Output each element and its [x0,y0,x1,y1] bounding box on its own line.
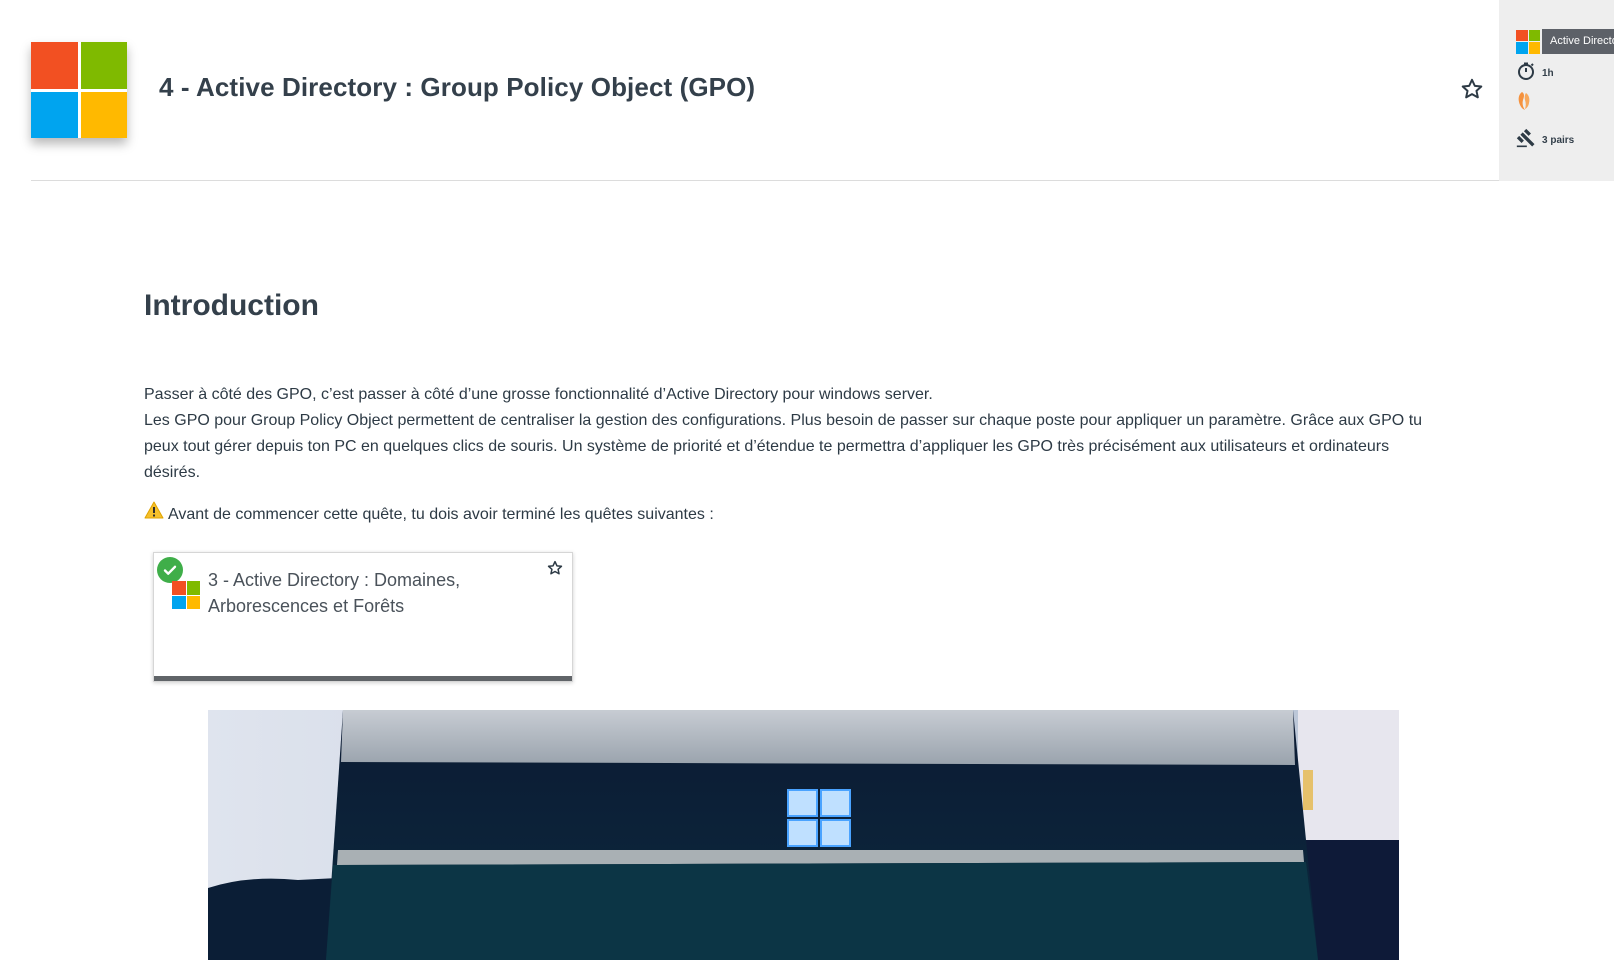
orange-badge-icon [1516,90,1534,117]
card-windows-logo-icon [172,581,200,609]
peers-row: 3 pairs [1516,128,1574,153]
category-logo-icon [1516,29,1540,54]
duration-row: 1h [1516,61,1554,86]
gavel-icon [1516,128,1536,153]
intro-paragraph-2: Les GPO pour Group Policy Object permett… [144,412,1423,481]
prerequisite-warning: Avant de commencer cette quête, tu dois … [144,501,714,528]
stopwatch-icon [1516,61,1536,86]
prerequisite-quest-card[interactable]: 3 - Active Directory : Domaines, Arbores… [153,552,573,682]
header-divider [31,180,1499,181]
card-title: 3 - Active Directory : Domaines, Arbores… [208,570,461,616]
card-progress-bar [154,676,572,681]
warning-text: Avant de commencer cette quête, tu dois … [168,505,714,523]
intro-text: Passer à côté des GPO, c’est passer à cô… [144,382,1434,486]
logo-tile-red [31,42,78,89]
category-tag-label: Active Directory [1542,29,1614,54]
duration-label: 1h [1542,68,1554,79]
difficulty-row [1516,90,1534,117]
warning-icon [144,501,168,528]
favorite-star-icon[interactable] [1459,76,1485,102]
quest-logo [31,42,127,138]
logo-tile-green [80,42,127,89]
hero-laptop-image [208,710,1399,960]
page-title: 4 - Active Directory : Group Policy Obje… [159,72,756,102]
section-heading: Introduction [144,289,319,322]
logo-tile-yellow [80,91,127,138]
category-tag[interactable]: Active Directory [1516,29,1614,54]
quest-info-panel: Active Directory 1h 3 pairs [1499,0,1614,181]
check-icon [157,557,183,583]
logo-tile-blue [31,91,78,138]
card-star-icon[interactable] [546,559,564,577]
peers-label: 3 pairs [1542,135,1575,146]
intro-paragraph-1: Passer à côté des GPO, c’est passer à cô… [144,386,933,403]
